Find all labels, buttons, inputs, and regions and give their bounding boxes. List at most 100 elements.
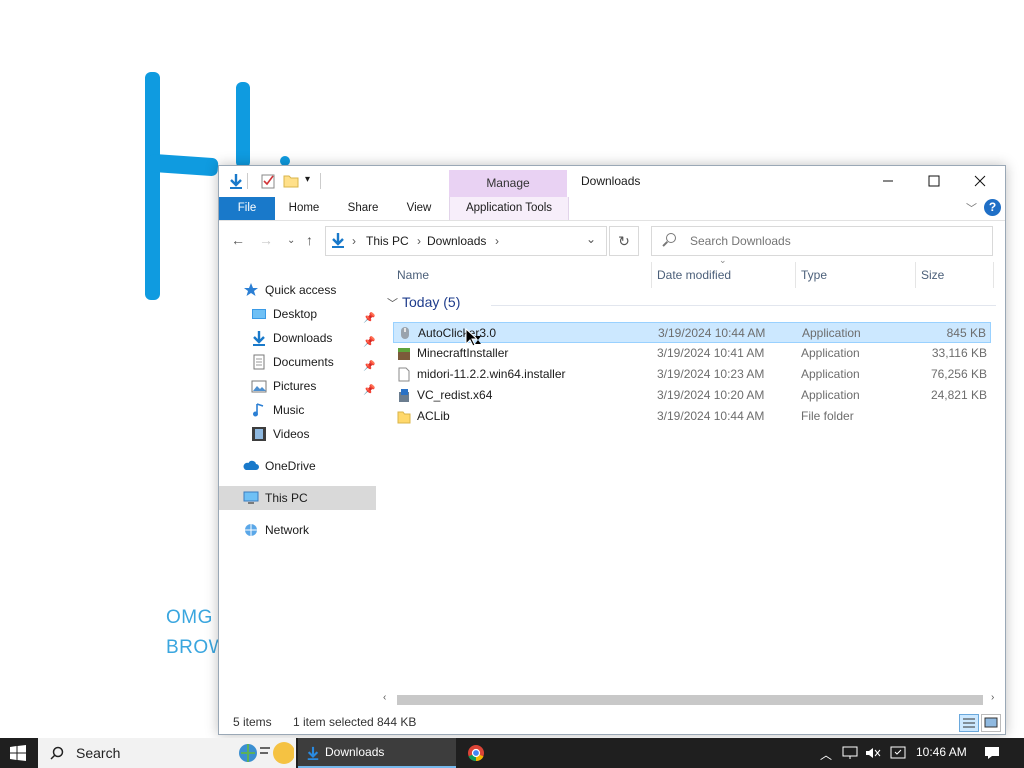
file-explorer-window[interactable]: ▾ Manage Downloads File Home Share View … — [218, 165, 1006, 735]
nav-label: OneDrive — [265, 459, 316, 473]
file-date: 3/19/2024 10:44 AM — [657, 409, 765, 423]
search-highlight-icon — [239, 742, 294, 764]
nav-label: Desktop — [273, 307, 318, 321]
file-date: 3/19/2024 10:23 AM — [657, 367, 765, 381]
forward-arrow-icon[interactable]: → — [259, 232, 273, 248]
new-folder-icon[interactable] — [283, 173, 299, 189]
help-icon[interactable]: ? — [984, 199, 1001, 216]
taskbar-downloads-window[interactable]: Downloads — [298, 738, 456, 768]
sort-indicator-icon: ⌄ — [719, 255, 727, 265]
minimize-icon — [883, 180, 893, 182]
large-icons-view-button[interactable] — [981, 714, 1001, 732]
address-bar[interactable]: › This PC › Downloads › ⌄ — [325, 226, 607, 256]
scrollbar-thumb[interactable] — [397, 695, 983, 705]
tab-file[interactable]: File — [219, 197, 275, 220]
address-dropdown-icon[interactable]: ⌄ — [586, 232, 596, 246]
back-arrow-icon[interactable]: ← — [231, 232, 245, 248]
tab-view[interactable]: View — [395, 197, 443, 220]
group-header[interactable]: ﹀ Today (5) — [387, 294, 460, 311]
file-size: 76,256 KB — [930, 367, 987, 381]
taskbar-search-box[interactable]: Search — [38, 738, 296, 768]
clock[interactable]: 10:46 AM — [916, 745, 967, 759]
file-type: Application — [801, 346, 860, 360]
notifications-icon[interactable] — [984, 746, 1000, 760]
windows-start-icon[interactable] — [10, 745, 26, 761]
close-icon — [974, 175, 986, 187]
documents-icon — [253, 354, 265, 370]
nav-this-pc[interactable]: This PC — [219, 486, 376, 510]
download-arrow-icon — [253, 331, 265, 346]
busy-cursor-icon — [465, 328, 481, 347]
breadcrumb-separator: › — [352, 234, 356, 248]
nav-documents[interactable]: Documents 📌 — [219, 350, 376, 374]
nav-music[interactable]: Music — [219, 398, 376, 422]
nav-quick-access[interactable]: Quick access — [219, 278, 376, 302]
breadcrumb-downloads[interactable]: Downloads — [427, 234, 486, 248]
application-icon — [401, 327, 409, 339]
column-header-type[interactable]: Type — [801, 262, 827, 288]
show-hidden-icons-icon[interactable]: ︿ — [820, 746, 832, 763]
recent-locations-icon[interactable]: ⌄ — [287, 235, 295, 246]
ribbon-tabs: File Home Share View Application Tools ﹀… — [219, 197, 1005, 221]
tab-home[interactable]: Home — [279, 197, 329, 220]
nav-desktop[interactable]: Desktop 📌 — [219, 302, 376, 326]
refresh-button[interactable]: ↻ — [609, 226, 639, 256]
tab-share[interactable]: Share — [337, 197, 389, 220]
nav-downloads[interactable]: Downloads 📌 — [219, 326, 376, 350]
star-icon — [244, 283, 258, 296]
ribbon-expand-icon[interactable]: ﹀ — [966, 200, 977, 216]
horizontal-scrollbar[interactable]: ‹ › — [381, 691, 1001, 707]
scroll-right-icon[interactable]: › — [991, 692, 994, 703]
minimize-button[interactable] — [865, 166, 911, 196]
file-row[interactable]: AutoClicker3.0 3/19/2024 10:44 AM Applic… — [393, 322, 991, 343]
chrome-icon[interactable] — [467, 744, 485, 762]
desktop-text-line1: OMG — [166, 607, 213, 628]
nav-onedrive[interactable]: OneDrive — [219, 454, 376, 478]
cloud-icon — [243, 460, 259, 470]
maximize-icon — [928, 175, 940, 187]
column-header-size[interactable]: Size — [921, 262, 944, 288]
breadcrumb-this-pc[interactable]: This PC — [366, 234, 409, 248]
up-arrow-icon[interactable]: ↑ — [306, 232, 313, 248]
search-box[interactable] — [651, 226, 993, 256]
file-row[interactable]: MinecraftInstaller 3/19/2024 10:41 AM Ap… — [393, 343, 991, 364]
close-button[interactable] — [957, 166, 1003, 196]
nav-videos[interactable]: Videos — [219, 422, 376, 446]
file-name: AutoClicker3.0 — [418, 326, 497, 340]
download-arrow-icon — [332, 233, 344, 248]
maximize-button[interactable] — [911, 166, 957, 196]
blank-file-icon — [398, 367, 410, 382]
file-row[interactable]: midori-11.2.2.win64.installer 3/19/2024 … — [393, 364, 991, 385]
tab-application-tools[interactable]: Application Tools — [449, 197, 569, 220]
file-row[interactable]: ACLib 3/19/2024 10:44 AM File folder — [393, 406, 991, 427]
display-settings-icon[interactable] — [890, 746, 906, 760]
customize-qat-icon[interactable]: ▾ — [305, 174, 310, 185]
refresh-icon: ↻ — [618, 232, 630, 249]
video-film-icon — [252, 427, 266, 441]
nav-label: Downloads — [273, 331, 333, 345]
column-header-name[interactable]: Name — [397, 262, 429, 288]
download-arrow-icon — [230, 174, 242, 189]
network-disconnected-icon[interactable] — [842, 746, 858, 760]
nav-label: Quick access — [265, 283, 337, 297]
chevron-down-icon: ﹀ — [387, 298, 398, 310]
nav-network[interactable]: Network — [219, 518, 376, 542]
file-type: File folder — [801, 409, 854, 423]
volume-muted-icon[interactable] — [865, 746, 881, 760]
scroll-left-icon[interactable]: ‹ — [383, 692, 386, 703]
manage-tab[interactable]: Manage — [449, 170, 567, 198]
file-name: ACLib — [417, 409, 450, 423]
nav-label: Videos — [273, 427, 310, 441]
properties-icon[interactable] — [260, 173, 276, 189]
details-view-button[interactable] — [959, 714, 979, 732]
folder-icon — [397, 411, 411, 424]
nav-pictures[interactable]: Pictures 📌 — [219, 374, 376, 398]
file-type: Application — [802, 326, 861, 340]
title-bar[interactable]: ▾ Manage Downloads — [219, 166, 1005, 198]
group-label: Today (5) — [402, 294, 461, 310]
file-date: 3/19/2024 10:44 AM — [658, 326, 766, 340]
large-icons-view-icon — [984, 717, 998, 728]
nav-label: Network — [265, 523, 310, 537]
file-row[interactable]: VC_redist.x64 3/19/2024 10:20 AM Applica… — [393, 385, 991, 406]
search-input[interactable] — [688, 231, 982, 251]
